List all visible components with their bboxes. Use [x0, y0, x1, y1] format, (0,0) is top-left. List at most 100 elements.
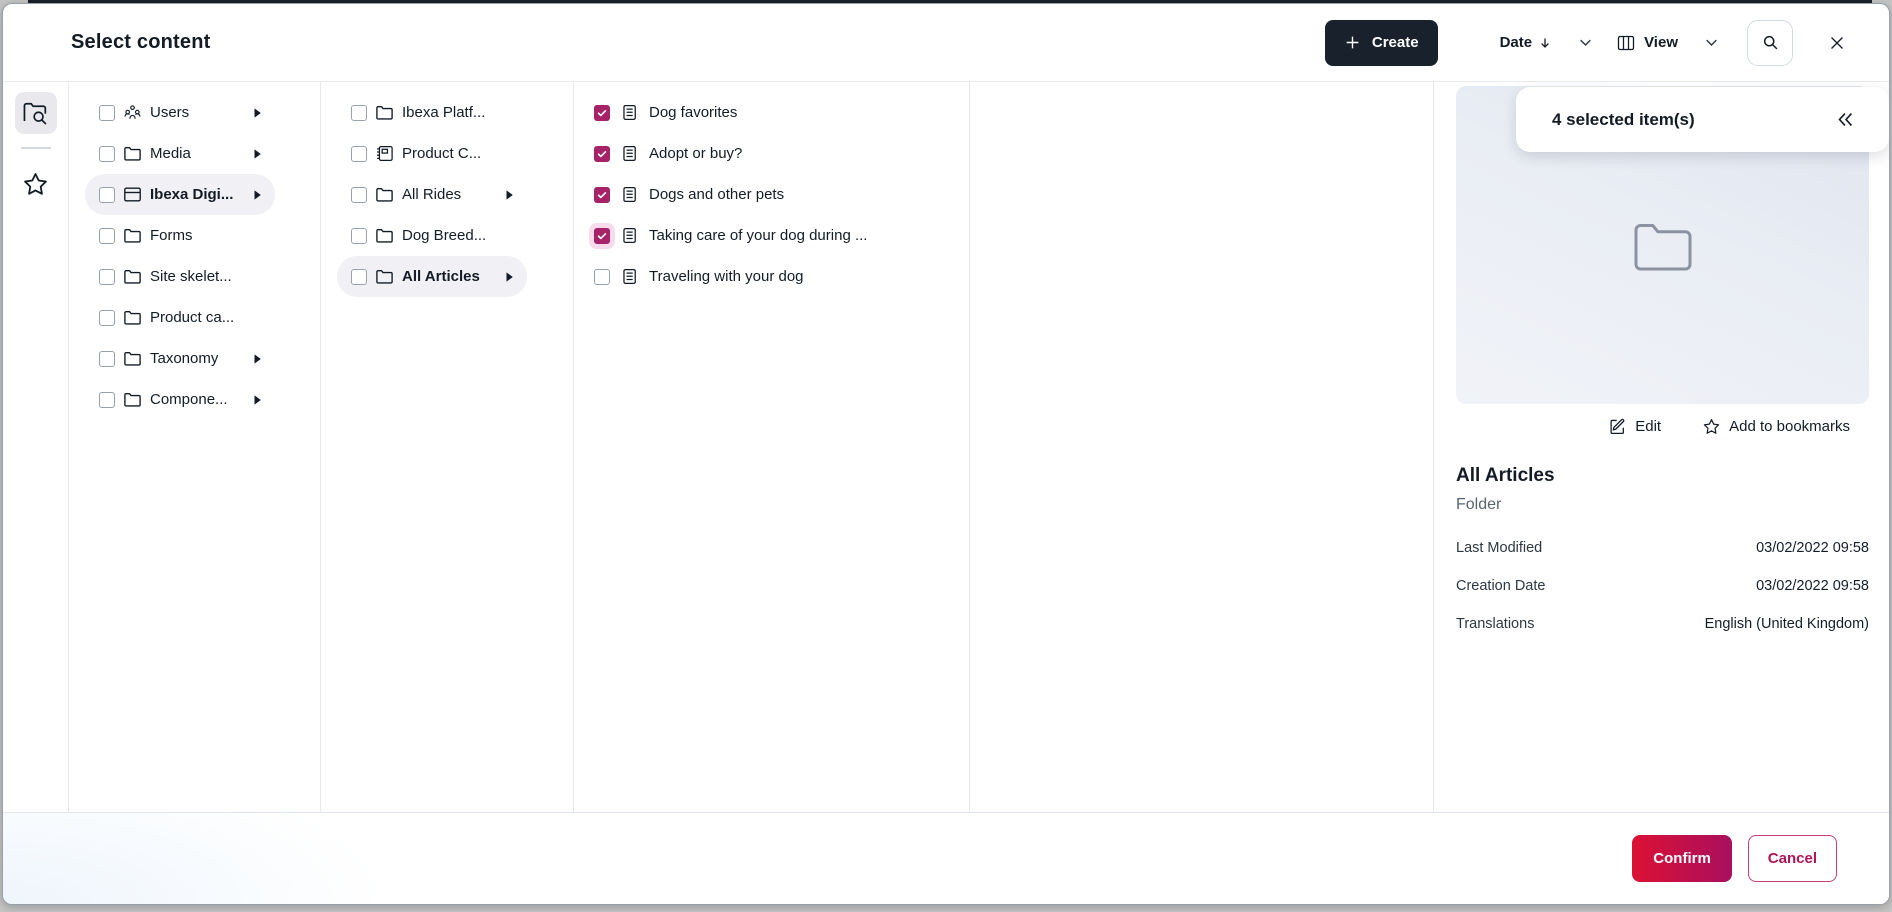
edit-button[interactable]: Edit — [1603, 417, 1667, 436]
content-item-traveling-with-your-dog[interactable]: Traveling with your dog — [594, 256, 969, 297]
item-label: Ibexa Digi... — [150, 186, 233, 203]
item-type: Folder — [1456, 496, 1869, 514]
header-controls: Create Date View — [1325, 20, 1851, 66]
content-item-adopt-or-buy[interactable]: Adopt or buy? — [594, 133, 969, 174]
content-item-dog-favorites[interactable]: Dog favorites — [594, 92, 969, 133]
content-item-ibexa-platf[interactable]: Ibexa Platf... — [337, 92, 527, 133]
edit-icon — [1609, 418, 1626, 435]
content-item-all-articles[interactable]: All Articles — [337, 256, 527, 297]
edit-button-label: Edit — [1635, 418, 1661, 435]
cancel-button[interactable]: Cancel — [1748, 835, 1837, 882]
folder-icon — [123, 309, 142, 326]
item-label: Compone... — [150, 391, 228, 408]
article-icon — [620, 268, 639, 285]
item-checkbox[interactable] — [594, 105, 610, 121]
folder-icon — [375, 227, 394, 244]
item-checkbox[interactable] — [594, 228, 610, 244]
add-to-bookmarks-label: Add to bookmarks — [1729, 418, 1850, 435]
article-icon — [620, 145, 639, 162]
view-dropdown[interactable]: View — [1617, 34, 1719, 51]
sort-dropdown[interactable]: Date — [1500, 34, 1594, 51]
close-icon — [1829, 34, 1845, 52]
search-button[interactable] — [1747, 20, 1793, 66]
content-item-taxonomy[interactable]: Taxonomy — [85, 338, 275, 379]
item-checkbox[interactable] — [594, 187, 610, 203]
metadata-list: Last Modified 03/02/2022 09:58 Creation Da… — [1456, 540, 1869, 632]
metadata-label: Creation Date — [1456, 578, 1545, 594]
confirm-button[interactable]: Confirm — [1632, 835, 1732, 882]
item-checkbox[interactable] — [351, 228, 367, 244]
tree-list-3: Dog favoritesAdopt or buy?Dogs and other… — [574, 92, 969, 297]
content-item-product-ca[interactable]: Product ca... — [85, 297, 275, 338]
item-label: All Articles — [402, 268, 480, 285]
chevron-down-icon — [1578, 35, 1593, 50]
expand-arrow-icon[interactable] — [252, 353, 263, 365]
content-item-product-c[interactable]: Product C... — [337, 133, 527, 174]
selected-items-card: 4 selected item(s) — [1516, 87, 1889, 152]
check-icon — [596, 230, 608, 242]
content-item-taking-care-of-your-dog-during[interactable]: Taking care of your dog during ... — [594, 215, 969, 256]
article-icon — [620, 227, 639, 244]
item-checkbox[interactable] — [99, 269, 115, 285]
content-item-all-rides[interactable]: All Rides — [337, 174, 527, 215]
tree-list-1: Users Media Ibexa Digi... Forms Site skelet.… — [69, 92, 320, 420]
item-checkbox[interactable] — [351, 269, 367, 285]
tree-column-4-empty — [970, 82, 1434, 812]
folder-preview-icon — [1630, 218, 1696, 272]
item-checkbox[interactable] — [99, 146, 115, 162]
create-button[interactable]: Create — [1325, 20, 1438, 66]
check-icon — [596, 107, 608, 119]
content-item-forms[interactable]: Forms — [85, 215, 275, 256]
columns-view-icon — [1617, 35, 1635, 51]
metadata-value: 03/02/2022 09:58 — [1756, 578, 1869, 594]
item-checkbox[interactable] — [351, 146, 367, 162]
tree-list-2: Ibexa Platf... Product C... All Rides Dog B… — [321, 92, 573, 297]
item-checkbox[interactable] — [594, 269, 610, 285]
content-item-site-skelet[interactable]: Site skelet... — [85, 256, 275, 297]
content-item-dogs-and-other-pets[interactable]: Dogs and other pets — [594, 174, 969, 215]
content-item-dog-breed[interactable]: Dog Breed... — [337, 215, 527, 256]
bookmarks-tab-button[interactable] — [15, 163, 57, 205]
star-icon — [23, 172, 48, 196]
item-label: Traveling with your dog — [649, 268, 804, 285]
folder-icon — [123, 227, 142, 244]
item-label: Users — [150, 104, 189, 121]
collapse-panel-button[interactable] — [1835, 110, 1855, 130]
metadata-label: Last Modified — [1456, 540, 1542, 556]
expand-arrow-icon[interactable] — [504, 189, 515, 201]
item-checkbox[interactable] — [99, 310, 115, 326]
content-item-media[interactable]: Media — [85, 133, 275, 174]
expand-arrow-icon[interactable] — [504, 271, 515, 283]
modal-footer: Confirm Cancel — [3, 812, 1889, 904]
item-checkbox[interactable] — [99, 351, 115, 367]
item-label: Site skelet... — [150, 268, 232, 285]
item-checkbox[interactable] — [99, 105, 115, 121]
item-actions: Edit Add to bookmarks — [1456, 417, 1869, 436]
double-chevron-left-icon — [1836, 110, 1855, 129]
plus-icon — [1344, 34, 1361, 51]
close-button[interactable] — [1823, 29, 1851, 57]
item-checkbox[interactable] — [351, 187, 367, 203]
article-icon — [620, 104, 639, 121]
item-checkbox[interactable] — [351, 105, 367, 121]
expand-arrow-icon[interactable] — [252, 394, 263, 406]
expand-arrow-icon[interactable] — [252, 148, 263, 160]
content-item-users[interactable]: Users — [85, 92, 275, 133]
metadata-value: English (United Kingdom) — [1705, 616, 1869, 632]
item-label: Ibexa Platf... — [402, 104, 485, 121]
expand-arrow-icon[interactable] — [252, 189, 263, 201]
content-item-compone[interactable]: Compone... — [85, 379, 275, 420]
content-browser: Users Media Ibexa Digi... Forms Site skelet.… — [3, 82, 1889, 812]
item-checkbox[interactable] — [99, 392, 115, 408]
item-label: Product C... — [402, 145, 481, 162]
add-to-bookmarks-button[interactable]: Add to bookmarks — [1697, 417, 1856, 436]
item-checkbox[interactable] — [99, 187, 115, 203]
left-icon-rail — [3, 82, 69, 812]
item-label: Dog Breed... — [402, 227, 486, 244]
content-item-ibexa-digi[interactable]: Ibexa Digi... — [85, 174, 275, 215]
browse-tab-button[interactable] — [15, 92, 57, 134]
expand-arrow-icon[interactable] — [252, 107, 263, 119]
folder-icon — [375, 186, 394, 203]
item-checkbox[interactable] — [99, 228, 115, 244]
item-checkbox[interactable] — [594, 146, 610, 162]
